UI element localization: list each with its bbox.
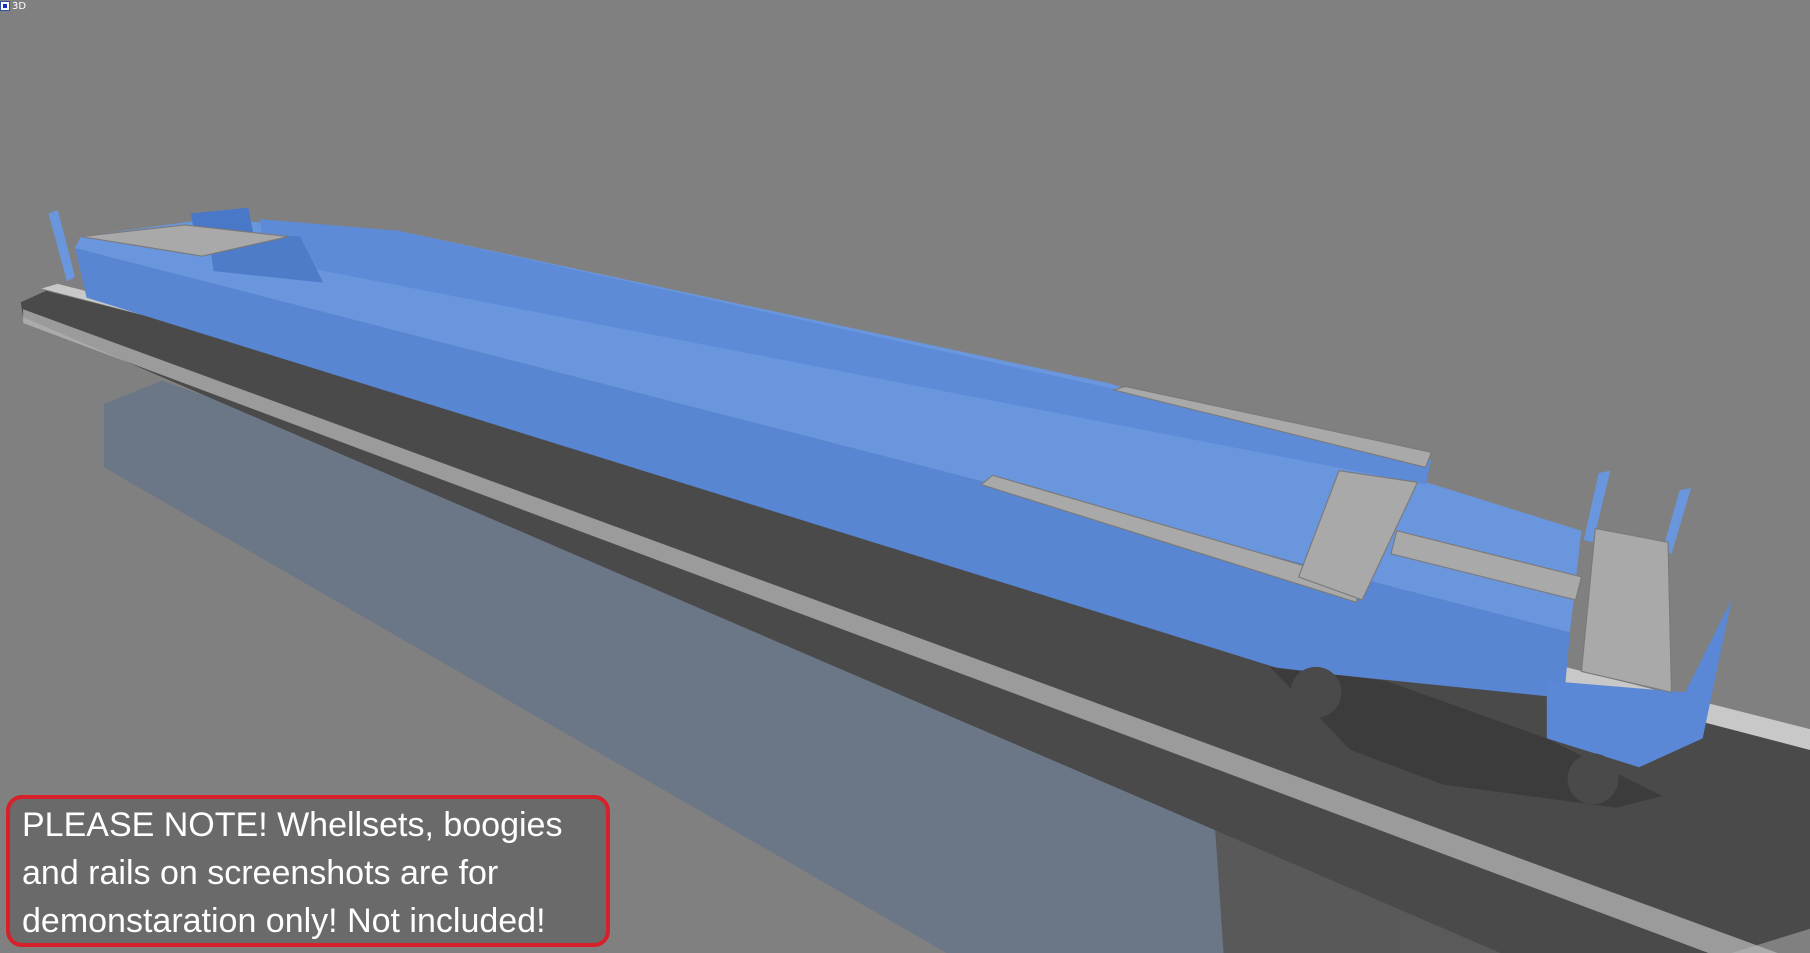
note-line: PLEASE NOTE! Whellsets, boogies (22, 806, 563, 844)
note-line: and rails on screenshots are for (22, 854, 499, 892)
viewport-label[interactable]: 3D (0, 0, 26, 12)
disclaimer-note: PLEASE NOTE! Whellsets, boogies and rail… (6, 795, 610, 947)
note-line: demonstaration only! Not included! (22, 902, 546, 940)
viewport-label-text: 3D (12, 0, 27, 12)
viewport-menu-icon[interactable] (0, 1, 10, 11)
